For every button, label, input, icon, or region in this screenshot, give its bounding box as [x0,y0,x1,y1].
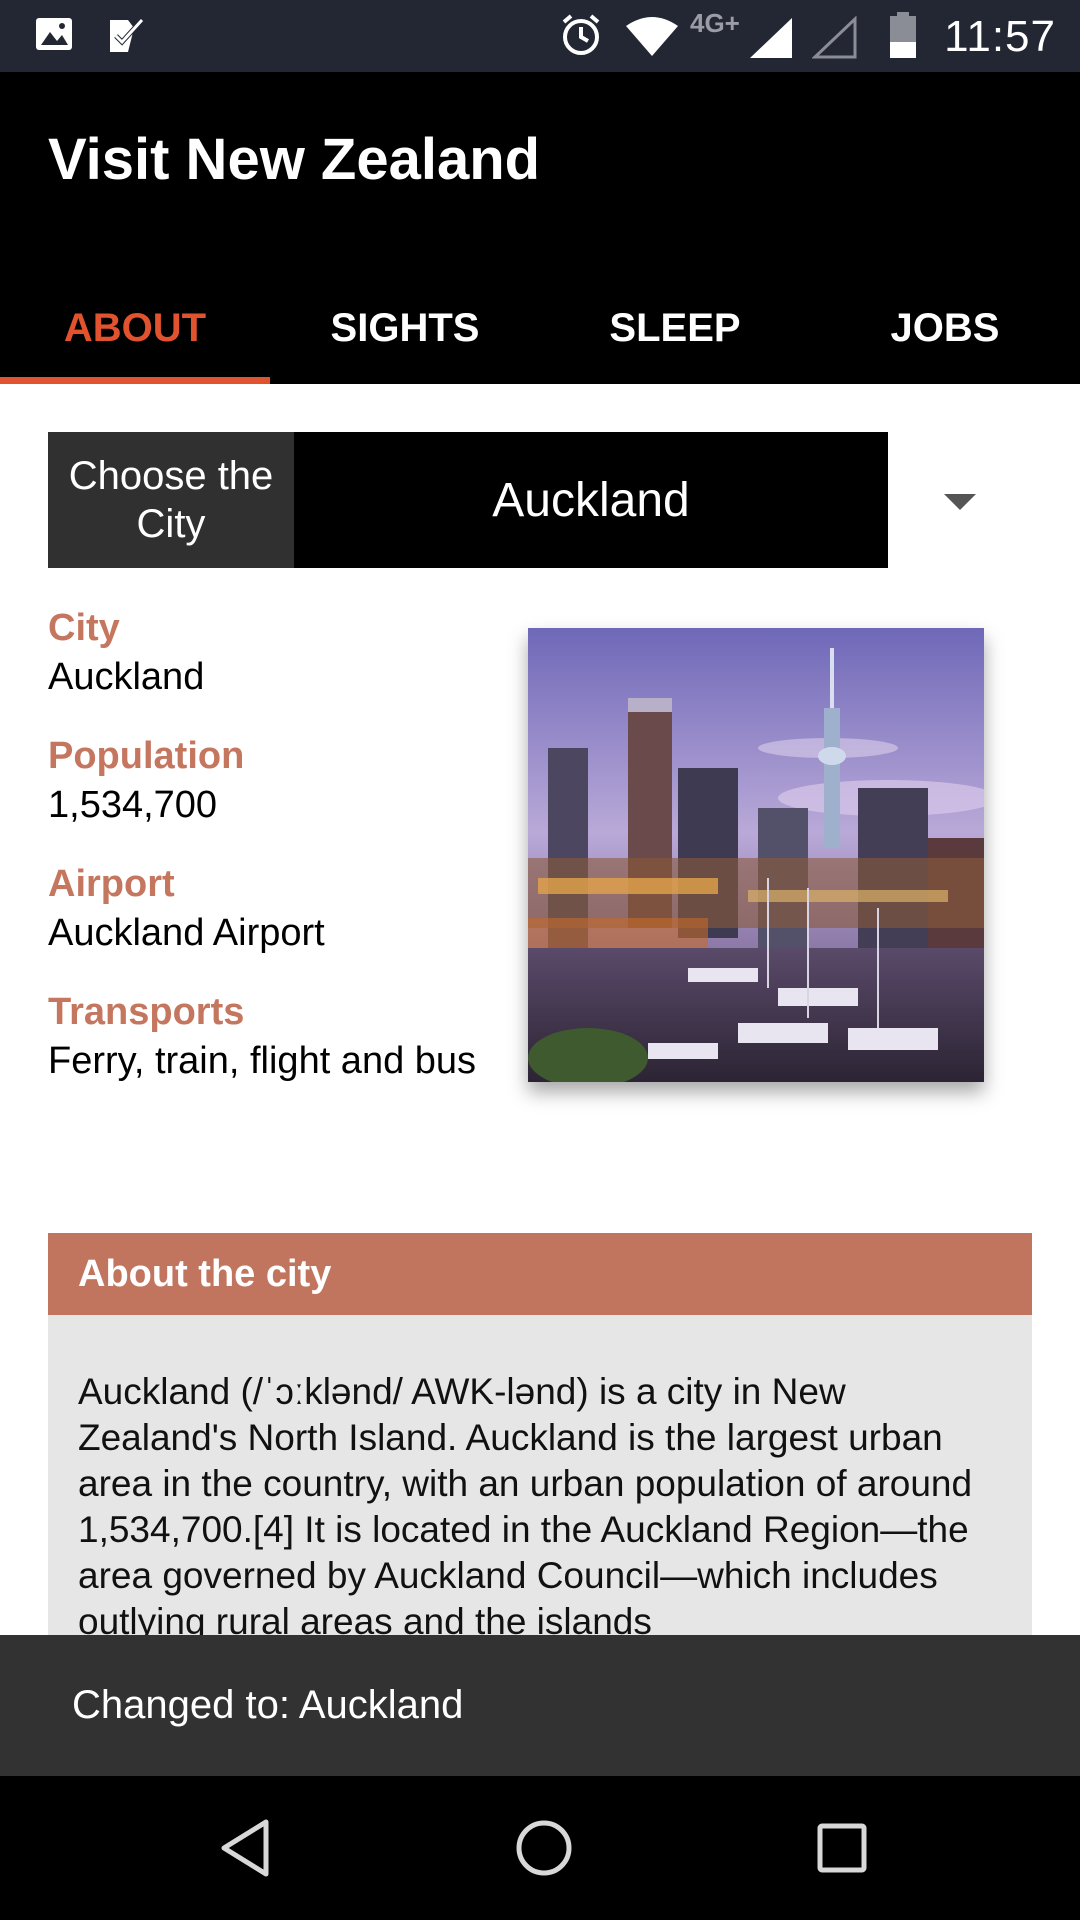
city-details: City Auckland Population 1,534,700 Airpo… [48,604,508,1116]
dropdown-arrow-icon[interactable] [944,494,976,510]
detail-value: Ferry, train, flight and bus [48,1040,477,1082]
detail-label: Transports [48,991,245,1033]
about-header: About the city [48,1233,1032,1315]
about-text: Auckland (/ˈɔːklənd/ AWK-lənd) is a city… [48,1315,1032,1635]
snackbar-message: Changed to: Auckland [0,1635,1080,1776]
battery-icon [888,12,918,65]
alarm-icon [558,12,604,63]
detail-value: Auckland [48,656,205,698]
tab-sleep[interactable]: SLEEP [540,272,810,384]
detail-value: Auckland Airport [48,912,325,954]
tab-jobs[interactable]: JOBS [810,272,1080,384]
signal-icon [748,16,794,65]
detail-label: Population [48,735,245,777]
detail-value: 1,534,700 [48,784,218,826]
back-icon[interactable] [210,1812,282,1884]
wifi-icon [624,16,680,61]
tab-bar: ABOUT SIGHTS SLEEP JOBS [0,272,1080,384]
city-select[interactable]: Auckland [294,432,888,568]
detail-airport: Airport Auckland Airport [48,860,508,958]
detail-population: Population 1,534,700 [48,732,508,830]
tab-about[interactable]: ABOUT [0,272,270,384]
home-icon[interactable] [508,1812,580,1884]
status-bar: 4G+ 11:57 [0,0,1080,72]
detail-label: City [48,607,120,649]
tab-sights[interactable]: SIGHTS [270,272,540,384]
active-tab-indicator [0,377,270,384]
app-bar: Visit New Zealand ABOUT SIGHTS SLEEP JOB… [0,72,1080,384]
gallery-icon [34,14,74,59]
clock: 11:57 [944,12,1056,61]
app-title: Visit New Zealand [48,127,541,192]
checklist-icon [106,14,148,61]
signal-empty-icon [811,15,858,65]
city-photo [528,628,984,1082]
detail-label: Airport [48,863,175,905]
recents-icon[interactable] [806,1812,878,1884]
detail-transports: Transports Ferry, train, flight and bus [48,988,508,1086]
detail-city: City Auckland [48,604,508,702]
city-chooser-label: Choose the City [48,432,294,568]
city-chooser: Choose the City Auckland [48,432,888,568]
navigation-bar [0,1776,1080,1920]
network-type: 4G+ [690,8,740,38]
